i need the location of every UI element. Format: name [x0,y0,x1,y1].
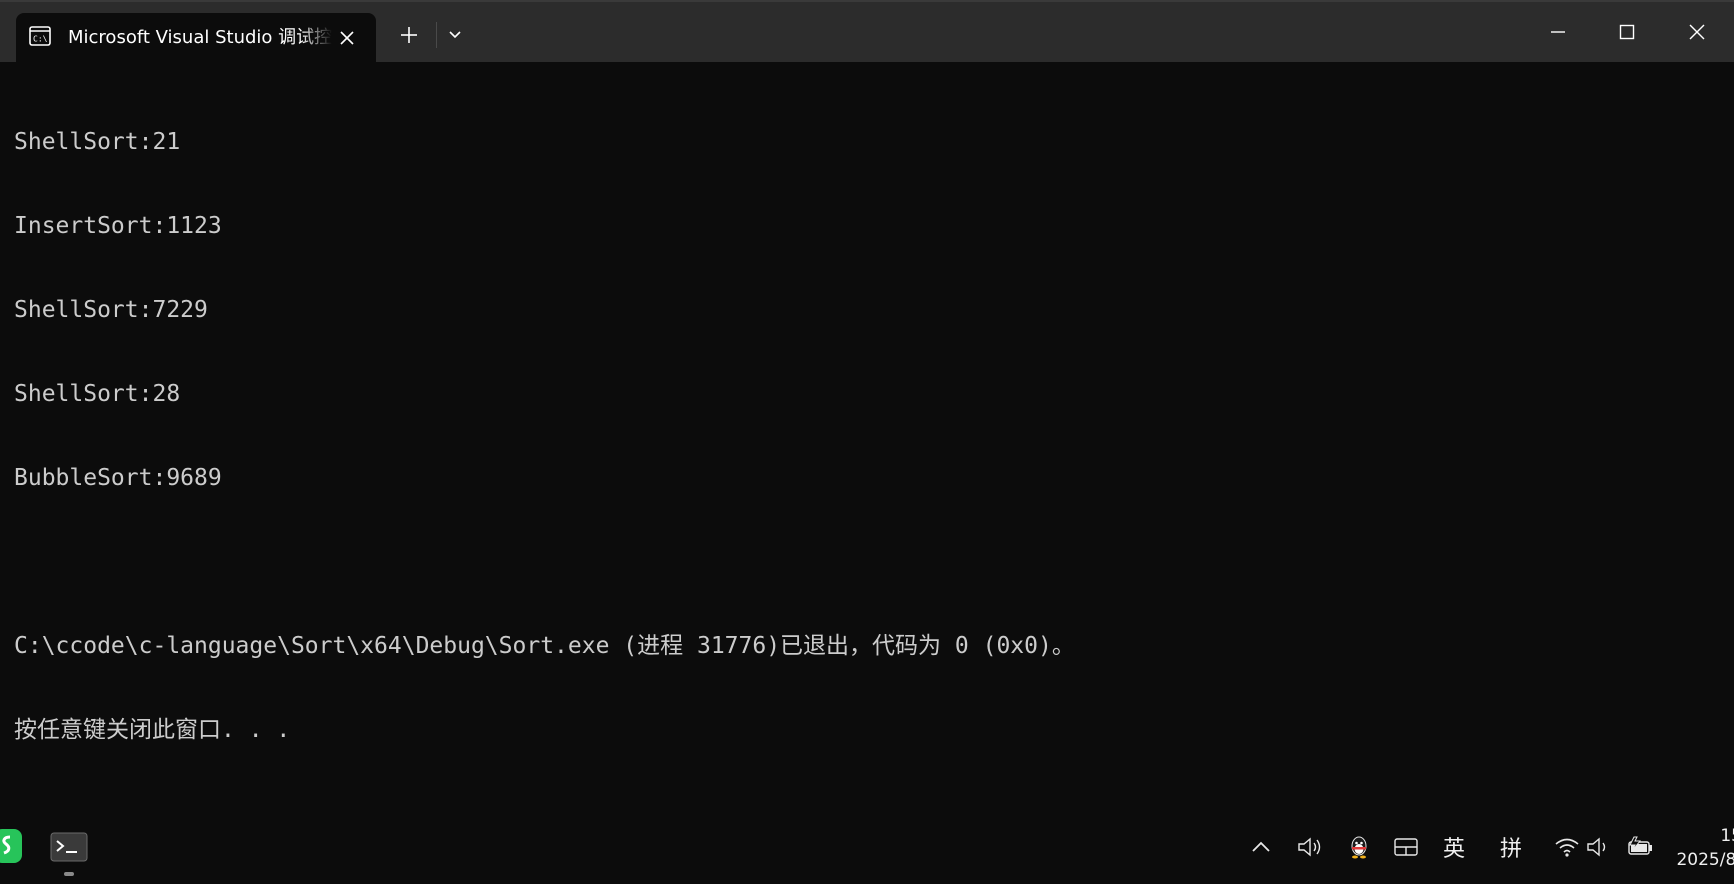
battery-tray-button[interactable] [1625,832,1655,862]
ime-language-button[interactable]: 英 [1440,832,1468,862]
qq-tray-button[interactable] [1346,832,1372,862]
ime-mode-button[interactable]: 拼 [1497,832,1525,862]
wifi-icon [1555,838,1579,857]
battery-charging-icon [1628,836,1652,855]
chevron-up-icon [1252,841,1270,852]
tab-separator [436,22,437,48]
plus-icon [401,27,417,43]
title-bar[interactable]: C:\ Microsoft Visual Studio 调试控制台 [0,0,1734,62]
title-bar-top-line [0,0,1734,2]
maximize-button[interactable] [1604,12,1650,52]
new-tab-button[interactable] [394,20,424,50]
network-tray-button[interactable] [1553,832,1581,862]
chevron-down-icon [449,31,461,39]
minimize-button[interactable] [1535,12,1581,52]
ime-mode-label: 拼 [1499,837,1522,862]
tab-close-button[interactable] [334,25,360,51]
terminal-window: C:\ Microsoft Visual Studio 调试控制台 [0,0,1734,884]
terminal-app-icon[interactable] [50,832,88,862]
console-output[interactable]: ShellSort:21 InsertSort:1123 ShellSort:7… [14,72,1714,800]
console-line: C:\ccode\c-language\Sort\x64\Debug\Sort.… [14,633,1075,659]
speaker-icon [1298,837,1321,857]
tab-title: Microsoft Visual Studio 调试控制台 [68,27,332,48]
console-line: 按任意键关闭此窗口. . . [14,717,291,743]
console-line: ShellSort:21 [14,129,181,155]
maximize-icon [1619,24,1635,40]
tablet-keyboard-tray-button[interactable] [1392,832,1420,862]
sound-tray-button[interactable] [1585,832,1613,862]
window-close-button[interactable] [1674,12,1720,52]
tab-debug-console[interactable]: C:\ Microsoft Visual Studio 调试控制台 [16,13,376,62]
green-app-icon[interactable] [0,829,22,863]
console-line: ShellSort:28 [14,381,181,407]
tab-dropdown-button[interactable] [440,20,470,50]
close-icon [340,31,354,45]
volume-tray-button[interactable] [1296,832,1324,862]
console-line: BubbleSort:9689 [14,465,222,491]
qq-penguin-icon [1351,836,1367,859]
speaker-icon [1587,837,1606,857]
taskbar [0,822,1734,884]
close-icon [1689,24,1705,40]
svg-text:C:\: C:\ [33,35,48,44]
ime-language-label: 英 [1442,837,1465,862]
clock-date: 2025/8/ [1676,850,1734,870]
touch-keyboard-icon [1394,838,1418,856]
show-hidden-icons-button[interactable] [1248,832,1274,862]
console-window-icon: C:\ [29,26,51,46]
console-line: ShellSort:7229 [14,297,208,323]
clock-time: 15 [1720,826,1734,846]
minimize-icon [1551,31,1565,33]
taskbar-clock[interactable]: 15 2025/8/ [1672,824,1734,872]
console-line: InsertSort:1123 [14,213,222,239]
running-app-indicator [64,872,74,876]
